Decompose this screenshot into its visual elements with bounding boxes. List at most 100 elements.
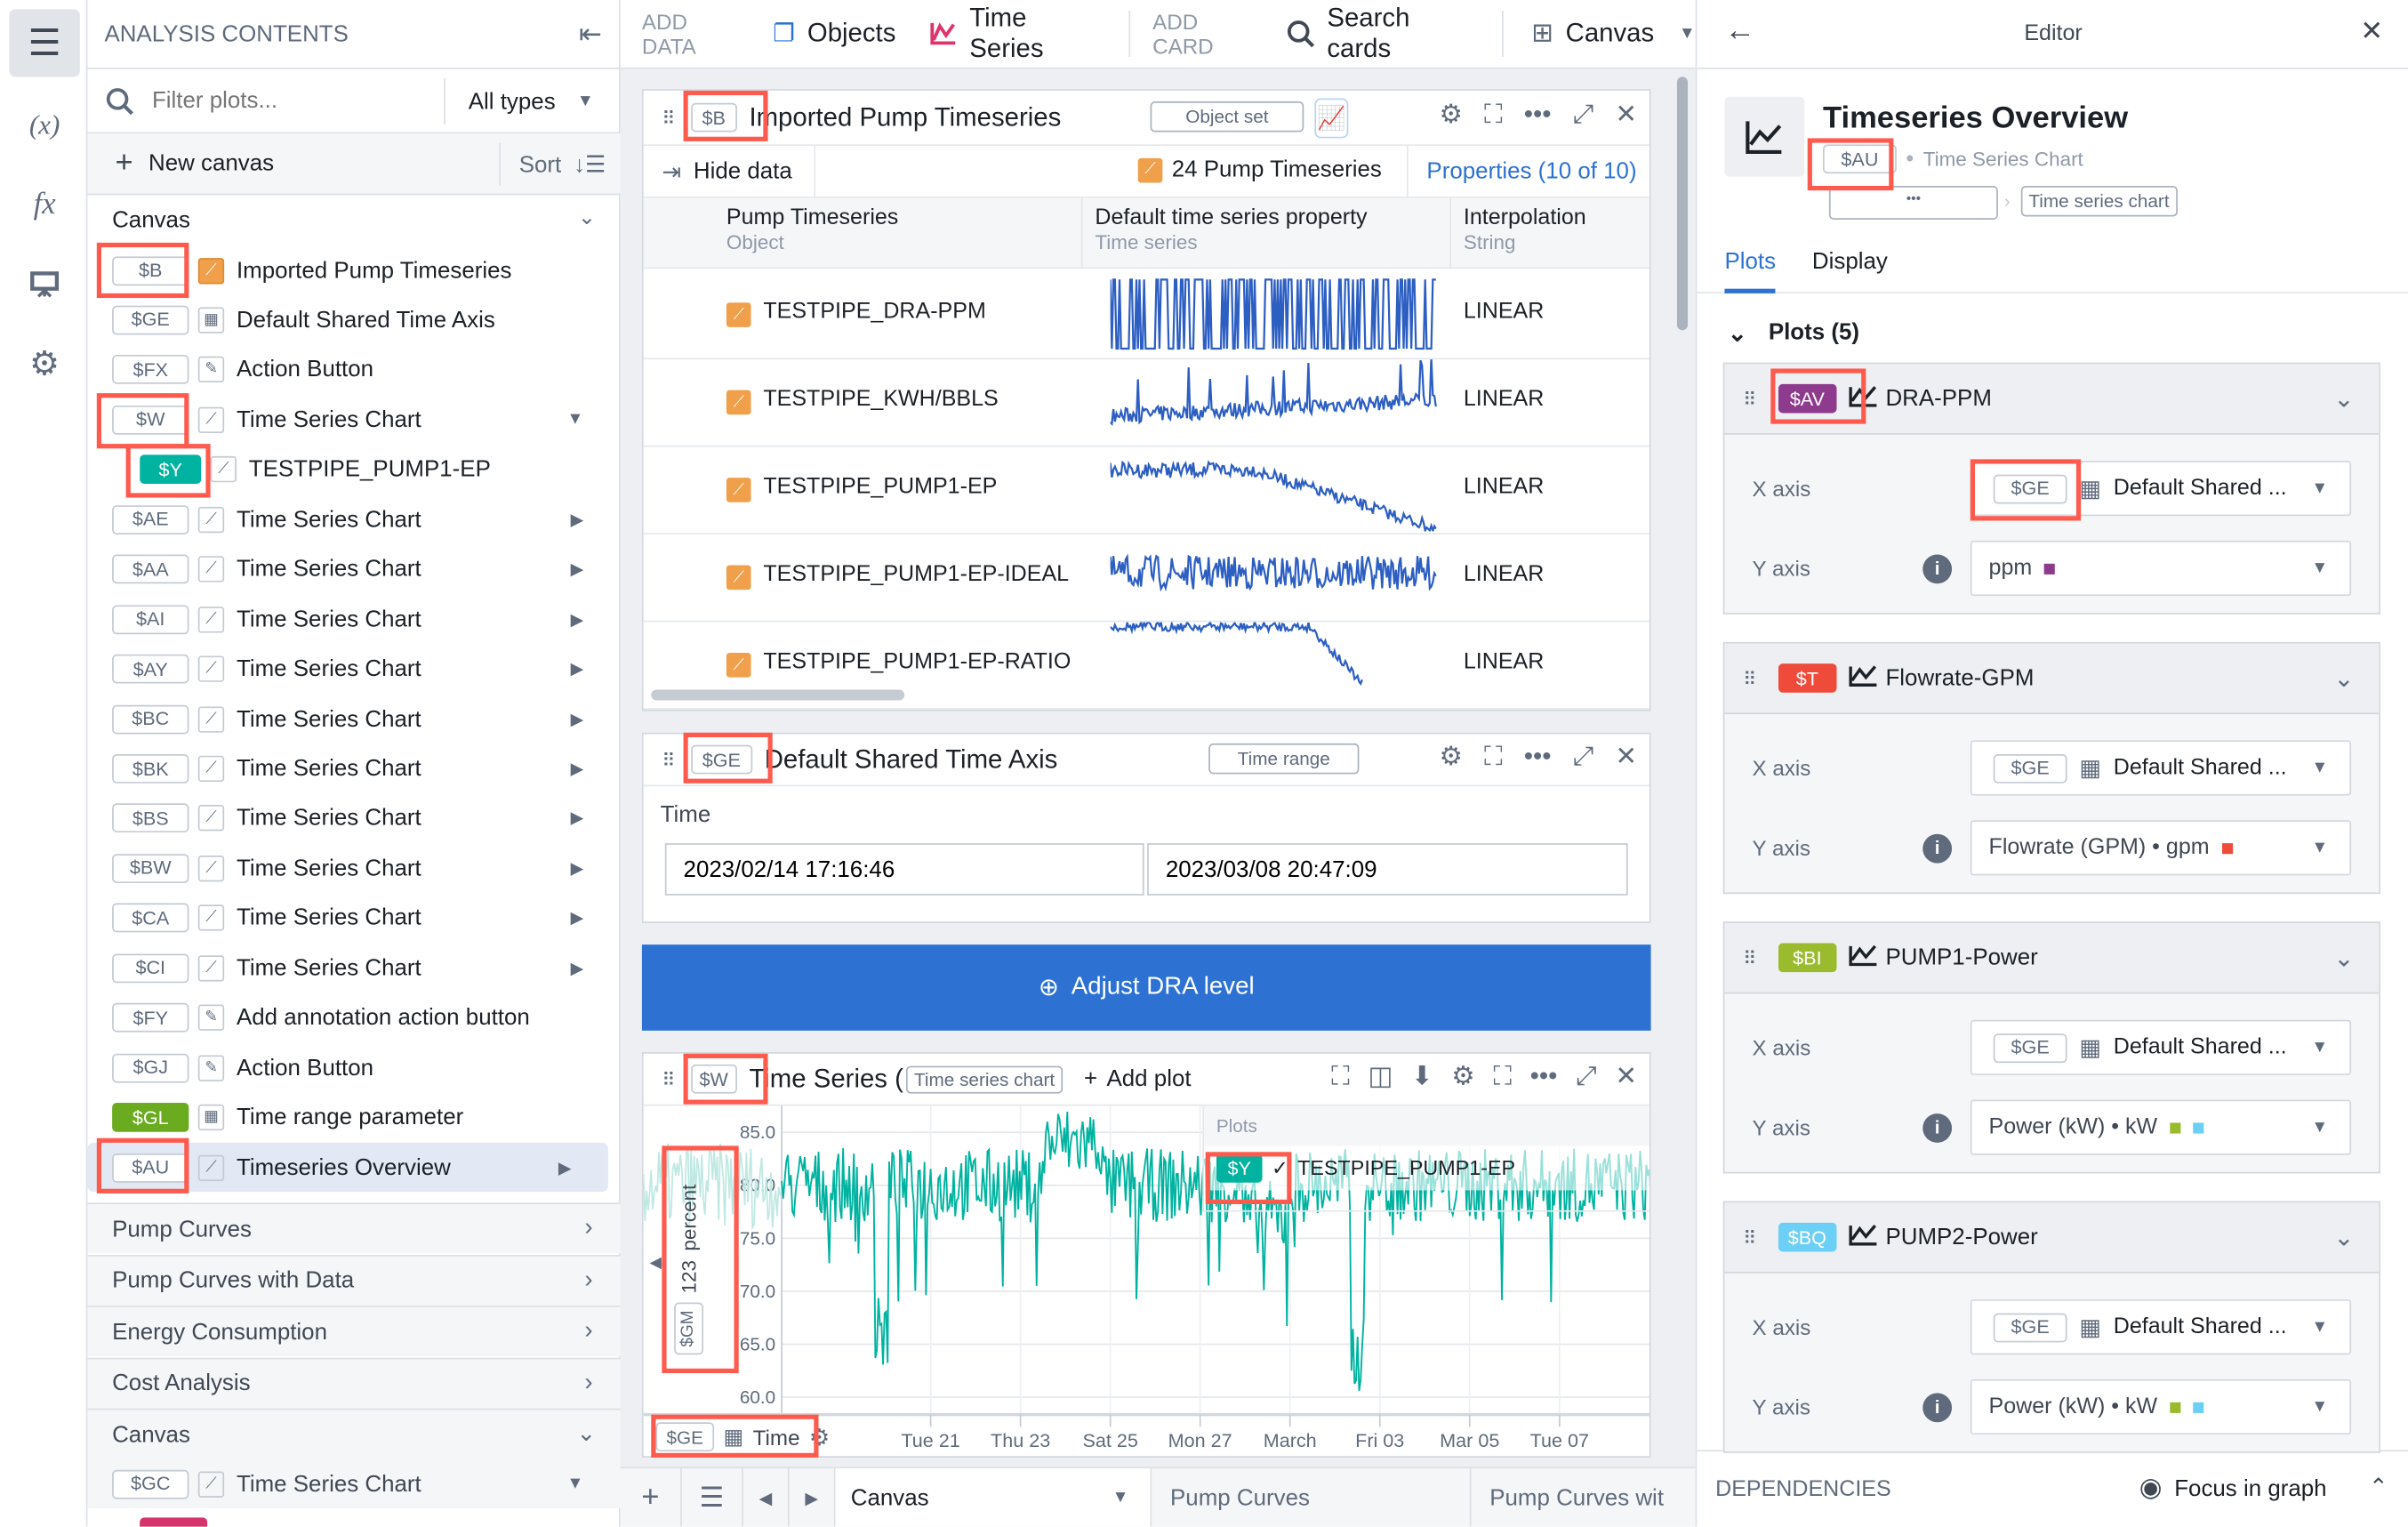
card-type-badge[interactable]: Time range — [1208, 743, 1360, 775]
table-row[interactable]: ⟋ TESTPIPE_PUMP1-EP-IDEAL LINEAR — [643, 534, 1649, 623]
card-title[interactable]: Default Shared Time Axis — [765, 744, 1058, 776]
new-canvas-button[interactable]: + New canvas — [116, 146, 275, 181]
object-name[interactable]: TESTPIPE_KWH/BBLS — [763, 387, 998, 412]
plots-section-header[interactable]: ⌄ Plots (5) — [1728, 319, 1859, 347]
adjust-dra-level-button[interactable]: ⊕ Adjust DRA level — [641, 944, 1651, 1031]
gear-icon[interactable]: ⚙ — [1439, 742, 1462, 773]
object-name[interactable]: TESTPIPE_PUMP1-EP — [763, 475, 997, 500]
tab-pump-curves[interactable]: Pump Curves — [1152, 1468, 1472, 1527]
list-item[interactable]: $FY ✎ Add annotation action button — [87, 993, 620, 1042]
card-type-badge[interactable]: Time series chart — [906, 1065, 1063, 1093]
list-item[interactable]: $GE ▦ Default Shared Time Axis — [87, 295, 620, 344]
tab-canvas[interactable]: Canvas ▼ — [835, 1468, 1152, 1527]
column-header[interactable]: Pump Timeseries Object — [644, 197, 1083, 269]
list-item[interactable]: $AA ⟋ Time Series Chart ▶ — [87, 545, 620, 594]
chart-view-toggle-icon[interactable]: 📈 — [1314, 98, 1349, 139]
x-axis-tag[interactable]: $GE — [655, 1422, 715, 1452]
time-series-button[interactable]: Time Series — [929, 3, 1104, 64]
object-name[interactable]: TESTPIPE_DRA-PPM — [763, 300, 985, 325]
variable-icon[interactable]: (x) — [9, 101, 79, 148]
more-icon[interactable]: ••• — [1530, 1061, 1558, 1092]
y-axis-select[interactable]: Flowrate (GPM) • gpm ▼ — [1970, 820, 2352, 876]
caret-right-icon[interactable]: ▶ — [571, 609, 584, 630]
collapse-axis-icon[interactable]: ◀ — [650, 1253, 662, 1271]
y-axis-select[interactable]: Power (kW) • kW ▼ — [1970, 1099, 2352, 1155]
plot-name[interactable]: Flowrate-GPM — [1885, 665, 2034, 691]
close-icon[interactable]: ✕ — [1615, 100, 1637, 131]
plot-name[interactable]: PUMP1-Power — [1885, 944, 2037, 970]
info-icon[interactable]: i — [1922, 1393, 1953, 1423]
list-item[interactable]: $W ⟋ Time Series Chart ▼ — [87, 395, 620, 444]
object-name[interactable]: TESTPIPE_PUMP1-EP-RATIO — [763, 650, 1071, 675]
caret-right-icon[interactable]: ▶ — [571, 510, 584, 530]
card-type-badge[interactable]: Object set — [1150, 100, 1304, 133]
list-item[interactable]: $GL ▦ Time range parameter — [87, 1093, 620, 1142]
info-icon[interactable]: i — [1922, 1113, 1953, 1143]
tab-plots[interactable]: Plots — [1724, 249, 1777, 293]
list-item[interactable]: $CI ⟋ Time Series Chart ▶ — [87, 944, 620, 993]
time-start-input[interactable] — [664, 843, 1144, 896]
x-axis-select[interactable]: $GE ▦ Default Shared ... ▼ — [1970, 1299, 2352, 1355]
table-horizontal-scrollbar[interactable] — [651, 689, 905, 701]
list-item[interactable]: $AY ⟋ Time Series Chart ▶ — [87, 645, 620, 694]
column-header[interactable]: Default time series property Time series — [1083, 197, 1452, 269]
chevron-up-icon[interactable]: ⌃ — [2369, 1473, 2388, 1500]
canvas-section-header[interactable]: Canvas ⌄ — [87, 195, 620, 245]
info-icon[interactable]: i — [1922, 833, 1953, 864]
section-header[interactable]: Pump Curves with Data › — [87, 1254, 621, 1306]
tab-list-icon[interactable]: ☰ — [682, 1468, 743, 1527]
gear-icon[interactable]: ⚙ — [809, 1423, 830, 1451]
caret-right-icon[interactable]: ▶ — [558, 1157, 572, 1177]
column-header[interactable]: Interpolation String — [1451, 198, 1651, 269]
present-icon[interactable]: ⛶ — [1493, 1061, 1512, 1092]
tab-prev-icon[interactable]: ◀ — [743, 1468, 790, 1527]
caret-down-icon[interactable]: ▼ — [566, 1475, 583, 1493]
card-title[interactable]: Imported Pump Timeseries — [749, 102, 1061, 133]
caret-down-icon[interactable]: ▼ — [1112, 1489, 1129, 1507]
y-axis-tag[interactable]: $GM — [673, 1302, 703, 1355]
chevron-down-icon[interactable]: ⌄ — [2333, 1222, 2354, 1253]
widget-name[interactable]: Timeseries Overview — [1823, 101, 2128, 137]
canvas-section-2[interactable]: Canvas ⌄ — [87, 1408, 621, 1459]
fit-icon[interactable]: ⛶ — [1331, 1061, 1350, 1092]
list-item[interactable]: $GC ⟋ Time Series Chart ▼ — [87, 1459, 621, 1508]
x-axis-select[interactable]: $GE ▦ Default Shared ... ▼ — [1970, 740, 2352, 796]
list-item[interactable]: $CA ⟋ Time Series Chart ▶ — [87, 894, 620, 943]
time-end-input[interactable] — [1147, 843, 1628, 896]
list-item[interactable]: $BS ⟋ Time Series Chart ▶ — [87, 794, 620, 843]
list-item[interactable]: $BK ⟋ Time Series Chart ▶ — [87, 744, 620, 793]
card-title[interactable]: Time Series ( — [749, 1064, 903, 1095]
caret-right-icon[interactable]: ▶ — [571, 808, 584, 829]
chevron-down-icon[interactable]: ⌄ — [2333, 383, 2354, 414]
maximize-icon[interactable]: ⤢ — [1573, 100, 1594, 131]
table-row[interactable]: ⟋ TESTPIPE_PUMP1-EP LINEAR — [643, 447, 1649, 535]
table-row[interactable]: ⟋ TESTPIPE_DRA-PPM LINEAR — [643, 272, 1649, 360]
chevron-down-icon[interactable]: ⌄ — [2333, 663, 2354, 694]
maximize-icon[interactable]: ⤢ — [1576, 1061, 1597, 1092]
caret-right-icon[interactable]: ▶ — [571, 958, 584, 978]
canvas-scrollbar[interactable] — [1676, 76, 1689, 331]
tab-next-icon[interactable]: ▶ — [790, 1468, 836, 1527]
drag-handle-icon[interactable]: ⠿ — [662, 1068, 675, 1089]
object-name[interactable]: TESTPIPE_PUMP1-EP-IDEAL — [763, 562, 1069, 587]
section-header[interactable]: Cost Analysis › — [87, 1356, 621, 1408]
presentation-icon[interactable] — [9, 261, 79, 308]
drag-handle-icon[interactable]: ⠿ — [662, 107, 675, 128]
drag-handle-icon[interactable]: ⠿ — [1743, 667, 1756, 688]
caret-right-icon[interactable]: ▶ — [571, 908, 584, 928]
filter-plots-input[interactable] — [151, 87, 413, 114]
objects-button[interactable]: ❐ Objects — [773, 19, 895, 50]
search-cards-button[interactable]: Search cards — [1287, 3, 1476, 64]
layout-icon[interactable]: ◫ — [1368, 1061, 1393, 1092]
list-item[interactable]: $Y ⟋ TESTPIPE_PUMP1-EP — [87, 445, 620, 494]
x-axis-select[interactable]: $GE ▦ Default Shared ... ▼ — [1970, 1019, 2352, 1075]
drag-handle-icon[interactable]: ⠿ — [1743, 947, 1756, 968]
plot-name[interactable]: DRA-PPM — [1885, 385, 1991, 411]
dependencies-label[interactable]: DEPENDENCIES — [1715, 1477, 1891, 1502]
caret-right-icon[interactable]: ▶ — [571, 709, 584, 729]
focus-in-graph-toggle[interactable]: ◉ Focus in graph — [2139, 1473, 2327, 1504]
caret-right-icon[interactable]: ▶ — [571, 759, 584, 779]
tab-display[interactable]: Display — [1812, 249, 1888, 275]
breadcrumb-type[interactable]: Time series chart — [2020, 185, 2178, 217]
list-item[interactable]: $AU ⟋ Timeseries Overview ▶ — [87, 1143, 608, 1193]
